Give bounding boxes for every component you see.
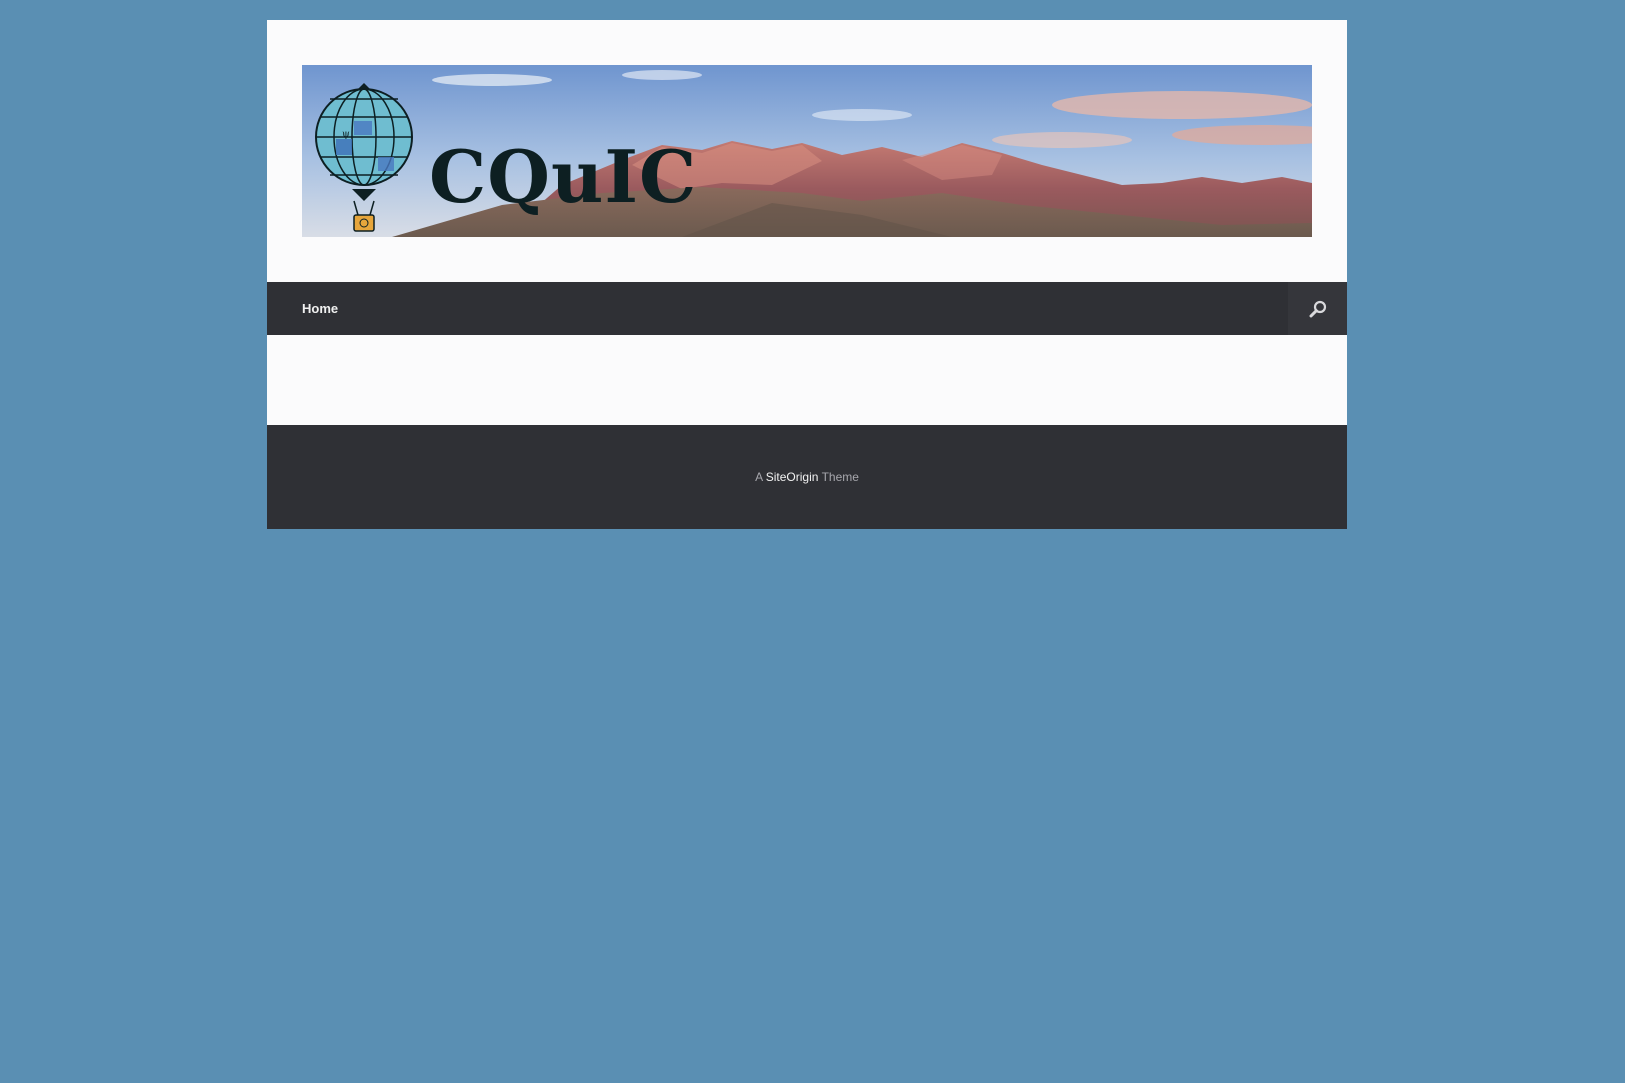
site-banner-link[interactable]: ψ CQuIC [302,65,1312,237]
svg-text:ψ: ψ [342,129,350,140]
search-icon [1309,300,1326,317]
footer-credit: A SiteOrigin Theme [755,470,859,484]
search-button[interactable] [1288,282,1347,335]
footer-suffix: Theme [821,470,859,484]
page-container: ψ CQuIC Home A SiteOrigin Theme [267,20,1347,529]
siteorigin-link[interactable]: SiteOrigin [766,470,819,484]
main-navigation: Home [267,282,1347,335]
site-logo-text: CQuIC [429,134,698,219]
site-footer: A SiteOrigin Theme [267,425,1347,529]
nav-item-home[interactable]: Home [302,282,338,335]
main-content [267,335,1347,425]
masthead: ψ CQuIC [267,20,1347,282]
footer-prefix: A [755,470,763,484]
